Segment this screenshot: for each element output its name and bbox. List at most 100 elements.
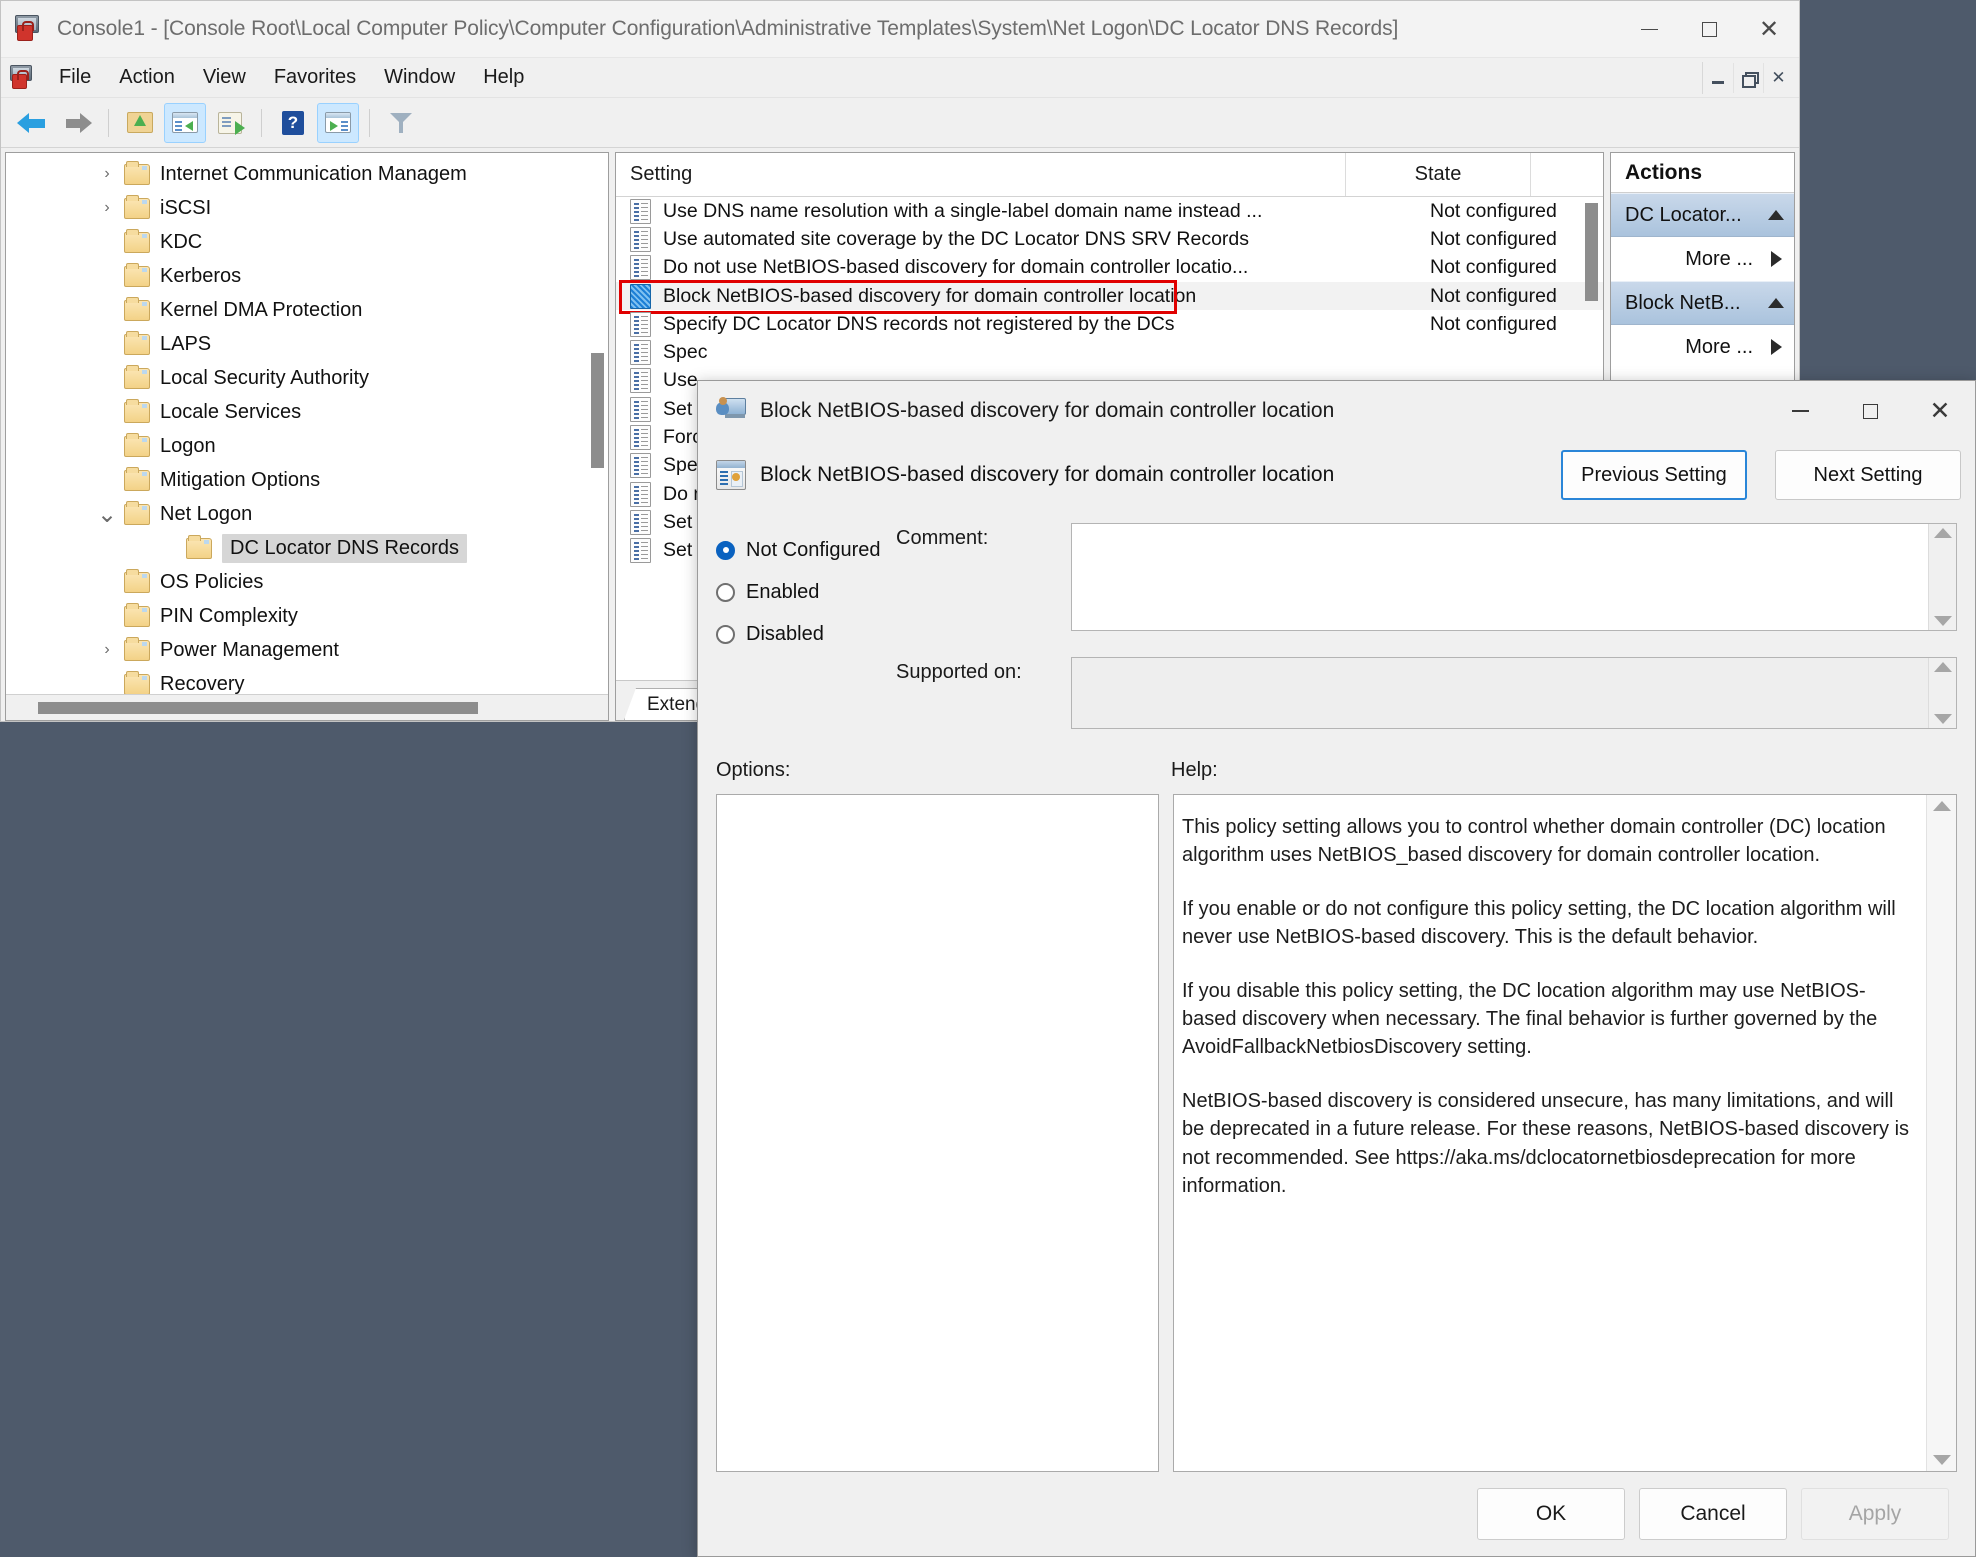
folder-icon — [124, 568, 150, 593]
tree-item[interactable]: DC Locator DNS Records — [6, 531, 608, 565]
chevron-down-icon[interactable]: ⌄ — [90, 500, 124, 529]
folder-icon — [186, 534, 212, 559]
tree-horizontal-scrollbar[interactable] — [6, 694, 608, 720]
scroll-up-icon[interactable] — [1933, 528, 1952, 538]
dialog-maximize-button[interactable] — [1835, 381, 1905, 441]
filter-button[interactable] — [380, 103, 422, 143]
radio-disabled[interactable]: Disabled — [716, 613, 896, 655]
ok-button[interactable]: OK — [1477, 1488, 1625, 1540]
tree-item[interactable]: › iSCSI — [6, 191, 608, 225]
chevron-right-icon[interactable]: › — [90, 165, 124, 183]
menu-window[interactable]: Window — [370, 62, 469, 93]
comment-input[interactable] — [1072, 524, 1928, 630]
table-row[interactable]: Use automated site coverage by the DC Lo… — [616, 225, 1603, 253]
table-row[interactable]: Spec — [616, 338, 1603, 366]
table-row[interactable]: Block NetBIOS-based discovery for domain… — [616, 281, 1603, 311]
tree-item[interactable]: › Internet Communication Managem — [6, 157, 608, 191]
radio-not-configured-label: Not Configured — [746, 538, 881, 561]
column-header-state[interactable]: State — [1346, 153, 1531, 196]
tree-item[interactable]: Local Security Authority — [6, 361, 608, 395]
menu-help[interactable]: Help — [469, 62, 538, 93]
tree-item[interactable]: › Power Management — [6, 633, 608, 667]
dialog-minimize-button[interactable] — [1765, 381, 1835, 441]
tree-item[interactable]: OS Policies — [6, 565, 608, 599]
tree-item[interactable]: LAPS — [6, 327, 608, 361]
table-row[interactable]: Specify DC Locator DNS records not regis… — [616, 310, 1603, 338]
caret-right-icon[interactable] — [1771, 339, 1782, 355]
caret-right-icon[interactable] — [1771, 251, 1782, 267]
actions-more-item[interactable]: More ... — [1611, 237, 1794, 281]
mdi-restore-button[interactable] — [1733, 63, 1763, 93]
caret-up-icon[interactable] — [1768, 298, 1784, 308]
tree-item[interactable]: KDC — [6, 225, 608, 259]
chevron-right-icon[interactable]: › — [90, 199, 124, 217]
actions-more-item[interactable]: More ... — [1611, 325, 1794, 369]
setting-name-cell: Do not use NetBIOS-based discovery for d… — [663, 256, 1249, 279]
forward-button[interactable] — [56, 103, 98, 143]
tree-item[interactable]: Recovery — [6, 667, 608, 694]
supported-on-scrollbar[interactable] — [1928, 658, 1956, 728]
column-header-setting[interactable]: Setting — [616, 153, 1346, 196]
actions-group-header[interactable]: Block NetB... — [1611, 281, 1794, 325]
menu-action[interactable]: Action — [105, 62, 189, 93]
radio-not-configured[interactable]: Not Configured — [716, 529, 896, 571]
console-tree-pane-icon — [172, 112, 198, 133]
back-button[interactable] — [11, 103, 53, 143]
tree-item[interactable]: Mitigation Options — [6, 463, 608, 497]
dialog-titlebar: Block NetBIOS-based discovery for domain… — [698, 381, 1975, 441]
cancel-button[interactable]: Cancel — [1639, 1488, 1787, 1540]
help-paragraph: NetBIOS-based discovery is considered un… — [1182, 1089, 1910, 1197]
help-button[interactable]: ? — [272, 103, 314, 143]
tree-horizontal-scrollbar-thumb[interactable] — [38, 701, 478, 714]
mdi-minimize-button[interactable] — [1703, 63, 1733, 93]
tree-item-label: KDC — [160, 230, 203, 253]
policy-setting-icon — [630, 453, 651, 479]
table-row[interactable]: Do not use NetBIOS-based discovery for d… — [616, 254, 1603, 282]
policy-setting-icon — [630, 283, 651, 309]
chevron-right-icon[interactable]: › — [90, 641, 124, 659]
actions-group-header[interactable]: DC Locator... — [1611, 193, 1794, 237]
options-panel[interactable] — [716, 794, 1159, 1472]
filter-icon — [389, 111, 413, 135]
scroll-down-icon[interactable] — [1933, 616, 1952, 626]
previous-setting-button[interactable]: Previous Setting — [1561, 450, 1747, 500]
mdi-close-button[interactable]: ✕ — [1763, 63, 1793, 93]
maximize-button[interactable] — [1679, 1, 1739, 58]
caret-up-icon[interactable] — [1768, 210, 1784, 220]
show-hide-console-tree-button[interactable] — [164, 102, 206, 143]
show-hide-action-pane-button[interactable] — [317, 102, 359, 143]
menu-view[interactable]: View — [189, 62, 260, 93]
supported-scroll-up-icon[interactable] — [1933, 662, 1952, 672]
help-label: Help: — [1171, 759, 1218, 781]
list-vertical-scrollbar-thumb[interactable] — [1585, 203, 1598, 301]
policy-setting-icon — [716, 397, 746, 425]
comment-scrollbar[interactable] — [1928, 524, 1956, 630]
tree-item[interactable]: Logon — [6, 429, 608, 463]
minimize-button[interactable] — [1619, 1, 1679, 58]
export-list-button[interactable] — [209, 103, 251, 143]
actions-pane-header: Actions — [1611, 153, 1794, 193]
menu-file[interactable]: File — [45, 62, 105, 93]
menu-favorites[interactable]: Favorites — [260, 62, 370, 93]
settings-list-header: Setting State — [616, 153, 1603, 197]
menu-bar: File Action View Favorites Window Help ✕ — [1, 58, 1799, 98]
tree-item[interactable]: ⌄ Net Logon — [6, 497, 608, 531]
action-pane-icon — [325, 112, 351, 133]
tree-item[interactable]: Locale Services — [6, 395, 608, 429]
next-setting-button[interactable]: Next Setting — [1775, 450, 1961, 500]
up-one-level-button[interactable] — [119, 103, 161, 143]
dialog-close-button[interactable]: ✕ — [1905, 381, 1975, 441]
supported-scroll-down-icon[interactable] — [1933, 714, 1952, 724]
tree-item[interactable]: Kerberos — [6, 259, 608, 293]
close-button[interactable]: ✕ — [1739, 1, 1799, 58]
help-scrollbar[interactable] — [1926, 795, 1956, 1471]
tree-item[interactable]: PIN Complexity — [6, 599, 608, 633]
setting-name-cell: Use automated site coverage by the DC Lo… — [663, 227, 1249, 250]
help-scroll-down-icon[interactable] — [1932, 1455, 1951, 1465]
help-scroll-up-icon[interactable] — [1932, 801, 1951, 811]
tree-vertical-scrollbar-thumb[interactable] — [591, 353, 604, 468]
table-row[interactable]: Use DNS name resolution with a single-la… — [616, 197, 1603, 225]
radio-enabled[interactable]: Enabled — [716, 571, 896, 613]
folder-icon — [124, 194, 150, 219]
tree-item[interactable]: Kernel DMA Protection — [6, 293, 608, 327]
